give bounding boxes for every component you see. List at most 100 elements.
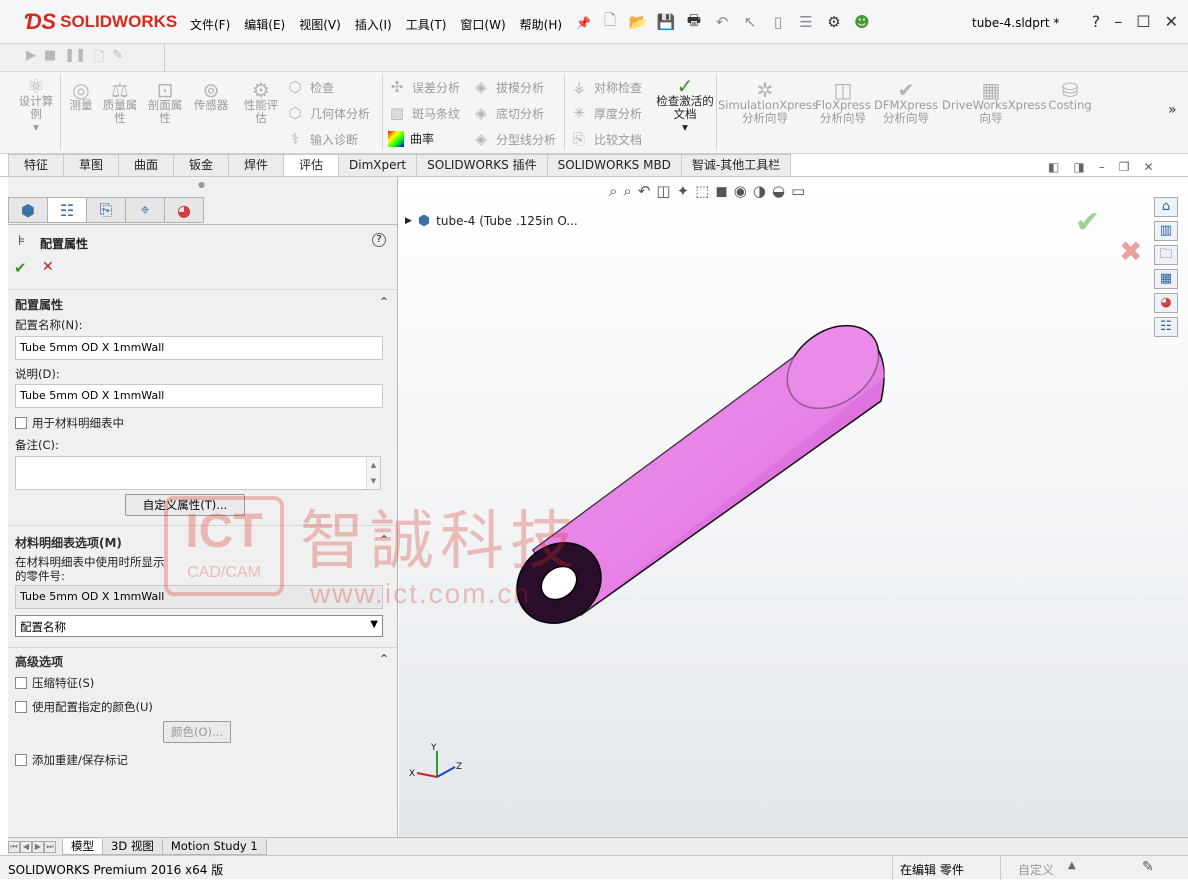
prev-tab-icon[interactable]: ◀: [20, 840, 32, 853]
display-manager-tab-icon[interactable]: ◕: [164, 197, 204, 223]
play-icon[interactable]: ▶: [26, 48, 36, 70]
tube-model[interactable]: [499, 317, 919, 647]
tree-part-item[interactable]: tube-4 (Tube .125in O...: [436, 214, 578, 228]
apply-scene-icon[interactable]: ◒: [772, 182, 785, 200]
symmetry-check-button[interactable]: ⚶ 对称检查: [570, 78, 642, 96]
feature-manager-tab-icon[interactable]: ⬢: [8, 197, 48, 223]
section-properties-button[interactable]: ⊡ 剖面属性: [145, 80, 185, 125]
file-explorer-icon[interactable]: 🗀: [1154, 245, 1178, 265]
tab-surfaces[interactable]: 曲面: [118, 154, 174, 176]
compare-documents-button[interactable]: ⎘ 比较文档: [570, 130, 642, 148]
cancel-x-icon[interactable]: ✕: [42, 259, 54, 275]
suppress-features-checkbox[interactable]: 压缩特征(S): [15, 675, 94, 691]
config-properties-section[interactable]: 配置属性: [15, 296, 63, 313]
sensor-button[interactable]: ⊚ 传感器: [190, 80, 232, 112]
rebuild-icon[interactable]: ▯: [768, 12, 788, 32]
view-palette-icon[interactable]: ▦: [1154, 269, 1178, 289]
draft-analysis-button[interactable]: ◈ 拔模分析: [472, 78, 544, 96]
add-rebuild-save-mark-checkbox[interactable]: 添加重建/保存标记: [15, 752, 128, 768]
units-custom[interactable]: 自定义: [1018, 861, 1054, 878]
previous-view-icon[interactable]: ↶: [638, 182, 651, 200]
property-manager-tab-icon[interactable]: ☷: [47, 197, 87, 223]
performance-eval-button[interactable]: ⚙ 性能评估: [240, 80, 282, 125]
parting-line-button[interactable]: ◈ 分型线分析: [472, 130, 556, 148]
panel-left-icon[interactable]: ◧: [1048, 160, 1059, 174]
view-settings-icon[interactable]: ▭: [791, 182, 805, 200]
print-icon[interactable]: 🖶: [684, 11, 704, 32]
confirm-corner-check-icon[interactable]: ✔: [1075, 205, 1100, 240]
tab-motion-study[interactable]: Motion Study 1: [161, 838, 267, 855]
open-icon[interactable]: 📂: [628, 12, 648, 32]
geometry-analysis-button[interactable]: ⬡ 几何体分析: [286, 104, 370, 122]
appearances-icon[interactable]: ◕: [1154, 293, 1178, 313]
minimize-icon[interactable]: –: [1114, 12, 1122, 31]
import-diagnostics-button[interactable]: ⚕ 输入诊断: [286, 130, 358, 148]
bom-options-section[interactable]: 材料明细表选项(M): [15, 534, 122, 551]
dfmxpress-button[interactable]: ✔ DFMXpress 分析向导: [874, 80, 938, 125]
check-button[interactable]: ⬡ 检查: [286, 78, 334, 96]
menu-insert[interactable]: 插入(I): [349, 14, 398, 35]
tab-3d-view[interactable]: 3D 视图: [102, 838, 163, 855]
floxpress-button[interactable]: ◫ FloXpress 分析向导: [814, 80, 872, 125]
last-tab-icon[interactable]: ⏭: [44, 840, 56, 853]
expand-arrow-icon[interactable]: ▶: [405, 216, 412, 226]
menu-window[interactable]: 窗口(W): [454, 14, 511, 35]
macro-edit-icon[interactable]: ✎: [113, 48, 124, 70]
menu-view[interactable]: 视图(V): [293, 14, 347, 35]
tab-solidworks-addins[interactable]: SOLIDWORKS 插件: [416, 154, 548, 176]
options-gear-icon[interactable]: ⚙: [824, 12, 844, 32]
notes-scrollbar[interactable]: ▲ ▼: [366, 457, 380, 489]
doc-close-icon[interactable]: ✕: [1143, 160, 1153, 174]
zoom-to-fit-icon[interactable]: ⌕: [609, 182, 617, 200]
display-style-icon[interactable]: ◼: [715, 182, 727, 200]
tab-dimxpert[interactable]: DimXpert: [338, 154, 418, 176]
config-name-field[interactable]: Tube 5mm OD X 1mmWall: [15, 336, 383, 360]
tab-solidworks-mbd[interactable]: SOLIDWORKS MBD: [546, 154, 682, 176]
curvature-button[interactable]: 曲率: [388, 130, 434, 147]
new-document-icon[interactable]: 🗋: [600, 11, 620, 32]
notes-textarea[interactable]: ▲ ▼: [15, 456, 381, 490]
tooltip-toggle-icon[interactable]: ✎: [1142, 859, 1154, 875]
ok-check-icon[interactable]: ✔: [14, 259, 27, 277]
configuration-manager-tab-icon[interactable]: ⎘: [86, 197, 126, 223]
measure-button[interactable]: ◎ 测量: [64, 80, 98, 112]
design-study-button[interactable]: ⚛ 设计算例 ▾: [16, 76, 56, 134]
costing-button[interactable]: ⛁ Costing: [1042, 80, 1098, 112]
thickness-analysis-button[interactable]: ✳ 厚度分析: [570, 104, 642, 122]
menu-edit[interactable]: 编辑(E): [238, 14, 291, 35]
zebra-stripes-button[interactable]: ▨ 斑马条纹: [388, 104, 460, 122]
save-icon[interactable]: 💾: [656, 12, 676, 32]
panel-help-icon[interactable]: ?: [372, 233, 386, 247]
close-icon[interactable]: ✕: [1165, 12, 1178, 31]
bom-name-select[interactable]: 配置名称 ▼: [15, 615, 383, 637]
undercut-analysis-button[interactable]: ◈ 底切分析: [472, 104, 544, 122]
file-properties-icon[interactable]: ☰: [796, 12, 816, 32]
menu-file[interactable]: 文件(F): [184, 14, 236, 35]
tab-other-tools[interactable]: 智诚-其他工具栏: [680, 154, 792, 176]
hide-show-items-icon[interactable]: ◉: [734, 182, 747, 200]
collapse-chevron-icon[interactable]: ⌃: [379, 652, 389, 666]
mass-properties-button[interactable]: ⚖ 质量属性: [100, 80, 140, 125]
use-in-bom-checkbox[interactable]: 用于材料明细表中: [15, 415, 124, 431]
check-active-doc-button[interactable]: ✓ 检查激活的文档 ▾: [656, 76, 714, 134]
tab-sheet-metal[interactable]: 钣金: [173, 154, 229, 176]
doc-minimize-icon[interactable]: –: [1099, 160, 1105, 174]
macro-new-icon[interactable]: 🗋: [94, 48, 104, 70]
select-icon[interactable]: ↖: [740, 12, 760, 32]
pause-icon[interactable]: ❚❚: [64, 48, 86, 70]
bom-part-number-field[interactable]: Tube 5mm OD X 1mmWall: [15, 585, 383, 609]
design-library-icon[interactable]: ▥: [1154, 221, 1178, 241]
description-field[interactable]: Tube 5mm OD X 1mmWall: [15, 384, 383, 408]
deviation-analysis-button[interactable]: ✣ 误差分析: [388, 78, 460, 96]
view-orientation-icon[interactable]: ⬚: [695, 182, 709, 200]
collapse-chevron-icon[interactable]: ⌃: [379, 533, 389, 547]
solidworks-logo[interactable]: ƊS SOLIDWORKS: [24, 8, 177, 36]
doc-restore-icon[interactable]: ❐: [1119, 160, 1130, 174]
tab-sketch[interactable]: 草图: [63, 154, 119, 176]
driveworksxpress-button[interactable]: ▦ DriveWorksXpress 向导: [942, 80, 1046, 125]
collapse-chevron-icon[interactable]: ⌃: [379, 295, 389, 309]
panel-right-icon[interactable]: ◨: [1073, 160, 1084, 174]
tab-features[interactable]: 特征: [8, 154, 64, 176]
zoom-area-icon[interactable]: ⌕: [623, 182, 631, 200]
ribbon-expand-icon[interactable]: »: [1168, 102, 1177, 118]
